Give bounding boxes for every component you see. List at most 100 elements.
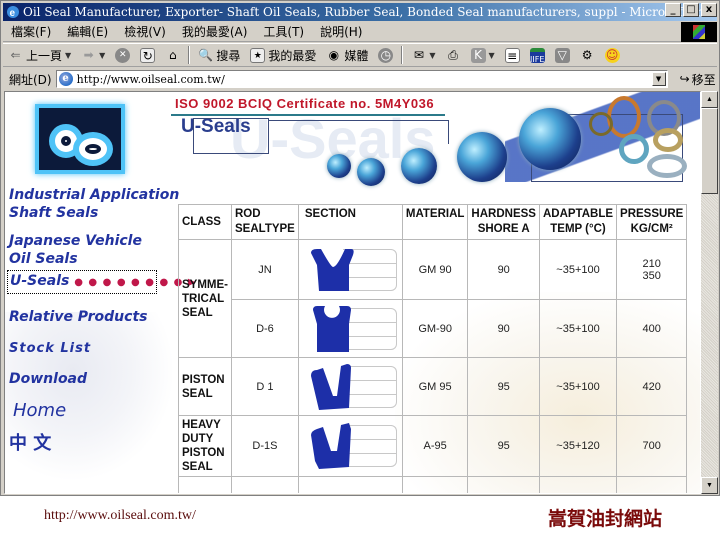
go-label: 移至 bbox=[691, 72, 716, 87]
class-cell: PISTON SEAL bbox=[178, 357, 232, 416]
menu-favorites[interactable]: 我的最愛(A) bbox=[174, 23, 256, 40]
material-cell: A-95 bbox=[401, 415, 469, 477]
material-cell: GM 95 bbox=[401, 357, 469, 416]
edit-dropdown-icon[interactable]: ▼ bbox=[489, 51, 495, 60]
globe-icon bbox=[519, 108, 581, 170]
research-button[interactable]: ▽ bbox=[550, 47, 575, 63]
decorative-frame bbox=[269, 120, 449, 144]
title-bar: e Oil Seal Manufacturer, Exporter- Shaft… bbox=[3, 3, 717, 21]
header-rod-seal-type: ROD SEALTYPE bbox=[231, 204, 299, 240]
pressure-cell: 400 bbox=[616, 299, 688, 358]
nav-label: Home bbox=[13, 400, 67, 421]
menu-help[interactable]: 說明(H) bbox=[312, 23, 370, 40]
header-pressure: PRESSURE KG/CM² bbox=[616, 204, 688, 240]
media-button[interactable]: ◉ 媒體 bbox=[321, 47, 373, 64]
nav-download[interactable]: Download bbox=[7, 370, 88, 388]
class-cell: SYMME-TRICAL SEAL bbox=[178, 239, 232, 358]
maximize-button[interactable]: □ bbox=[683, 3, 699, 17]
hardness-cell: 90 bbox=[467, 239, 540, 300]
header-material: MATERIAL bbox=[401, 204, 469, 240]
header-temperature: ADAPTABLE TEMP (°C) bbox=[538, 204, 618, 240]
mail-dropdown-icon[interactable]: ▼ bbox=[429, 51, 435, 60]
nav-japanese-vehicle-oil-seals[interactable]: Japanese Vehicle Oil Seals bbox=[7, 232, 142, 268]
menu-file[interactable]: 檔案(F) bbox=[3, 23, 59, 40]
favorites-icon: ★ bbox=[250, 47, 266, 63]
menu-tools[interactable]: 工具(T) bbox=[255, 23, 312, 40]
nav-label: Download bbox=[9, 371, 88, 387]
nav-label: Relative Products bbox=[9, 309, 148, 325]
refresh-button[interactable]: ↻ bbox=[135, 47, 160, 63]
v-lip-profile-icon bbox=[311, 363, 352, 410]
u-seals-spec-table: CLASS ROD SEALTYPE SECTION MATERIAL HARDN… bbox=[178, 204, 688, 493]
back-arrow-icon: ⇐ bbox=[10, 47, 21, 62]
seal-section-diagram bbox=[303, 304, 398, 354]
company-logo[interactable] bbox=[35, 104, 125, 174]
round-u-cup-profile-icon bbox=[313, 305, 352, 352]
temperature-cell: ~35+100 bbox=[538, 239, 618, 300]
seal-type-cell: D 1 bbox=[231, 357, 299, 416]
globe-icon bbox=[357, 158, 385, 186]
scrollbar-thumb[interactable] bbox=[701, 108, 718, 194]
pressure-cell: 420 bbox=[616, 357, 688, 416]
print-button[interactable]: ⎙ bbox=[441, 48, 466, 63]
favorites-label: 我的最愛 bbox=[268, 48, 317, 63]
messenger-button[interactable]: IIFE bbox=[525, 47, 550, 64]
section-cell bbox=[297, 299, 403, 358]
home-button[interactable]: ⌂ bbox=[160, 48, 185, 63]
table-row: SYMME-TRICAL SEAL JN GM 90 90 ~35+100 21… bbox=[178, 239, 688, 358]
nav-home[interactable]: Home bbox=[7, 400, 67, 422]
address-url[interactable]: http://www.oilseal.com.tw/ bbox=[77, 73, 225, 86]
address-dropdown-icon[interactable]: ▼ bbox=[651, 72, 666, 86]
menu-edit[interactable]: 編輯(E) bbox=[59, 23, 116, 40]
settings-button[interactable]: ⚙ bbox=[575, 48, 600, 63]
material-cell: GM-90 bbox=[401, 299, 469, 358]
edit-button[interactable]: K ▼ bbox=[466, 47, 500, 63]
table-row: HEAVY DUTY PISTON SEAL D-1S A-95 95 ~35+… bbox=[178, 415, 688, 477]
discuss-button[interactable]: ≡ bbox=[500, 47, 525, 63]
pressure-cell: 700 bbox=[616, 415, 688, 477]
nav-label: 中 文 bbox=[9, 433, 52, 454]
search-button[interactable]: 🔍 搜尋 bbox=[193, 47, 245, 64]
back-button[interactable]: ⇐ 上一頁 ▼ bbox=[3, 47, 76, 64]
home-icon: ⌂ bbox=[169, 47, 177, 62]
go-button[interactable]: ↪ 移至 bbox=[680, 71, 716, 88]
nav-industrial-shaft-seals[interactable]: Industrial Application Shaft Seals bbox=[7, 186, 180, 222]
history-button[interactable]: ◷ bbox=[373, 47, 398, 63]
ie-logo-icon: e bbox=[7, 6, 19, 19]
nav-label: Japanese Vehicle bbox=[9, 233, 142, 249]
stop-button[interactable]: ✕ bbox=[110, 47, 135, 63]
page-icon: e bbox=[58, 72, 73, 86]
nav-relative-products[interactable]: Relative Products bbox=[7, 308, 148, 326]
close-button[interactable]: x bbox=[701, 3, 717, 17]
address-input[interactable]: e http://www.oilseal.com.tw/ ▼ bbox=[55, 70, 668, 88]
decorative-frame bbox=[193, 118, 269, 154]
search-label: 搜尋 bbox=[216, 48, 241, 63]
mail-button[interactable]: ✉ ▼ bbox=[406, 48, 440, 63]
forward-button[interactable]: ➡ ▼ bbox=[76, 48, 110, 63]
nav-label: Industrial Application bbox=[9, 187, 180, 203]
back-dropdown-icon[interactable]: ▼ bbox=[65, 51, 71, 60]
media-icon: ◉ bbox=[328, 47, 340, 62]
table-header-row: CLASS ROD SEALTYPE SECTION MATERIAL HARDN… bbox=[178, 204, 688, 240]
minimize-button[interactable]: _ bbox=[665, 3, 681, 17]
vertical-scrollbar[interactable]: ▲ ▼ bbox=[701, 91, 718, 494]
favorites-button[interactable]: ★ 我的最愛 bbox=[245, 47, 321, 64]
nav-chinese[interactable]: 中 文 bbox=[7, 432, 52, 456]
scroll-down-arrow-icon[interactable]: ▼ bbox=[701, 477, 718, 494]
forward-dropdown-icon[interactable]: ▼ bbox=[99, 51, 105, 60]
iso-certificate-heading: ISO 9002 BCIQ Certificate no. 5M4Y036 bbox=[175, 96, 435, 111]
scroll-up-arrow-icon[interactable]: ▲ bbox=[701, 91, 718, 108]
hardness-cell: 95 bbox=[467, 357, 540, 416]
seal-section-diagram bbox=[303, 362, 398, 412]
nav-stock-list[interactable]: Stock List bbox=[7, 340, 91, 358]
mail-icon: ✉ bbox=[413, 47, 424, 62]
page-viewport: U-Seals ISO 9002 BCIQ Certificate no. 5M… bbox=[4, 91, 701, 494]
hardness-cell: 90 bbox=[467, 299, 540, 358]
forward-arrow-icon: ➡ bbox=[83, 47, 94, 62]
svg-text:e: e bbox=[10, 8, 16, 19]
smiley-button[interactable]: ☺ bbox=[600, 47, 625, 63]
refresh-icon: ↻ bbox=[140, 47, 156, 63]
nav-u-seals[interactable]: U-Seals ● ● ● ● ● ● ● ● ▶ bbox=[6, 270, 196, 294]
address-label: 網址(D) bbox=[9, 72, 52, 87]
menu-view[interactable]: 檢視(V) bbox=[116, 23, 174, 40]
